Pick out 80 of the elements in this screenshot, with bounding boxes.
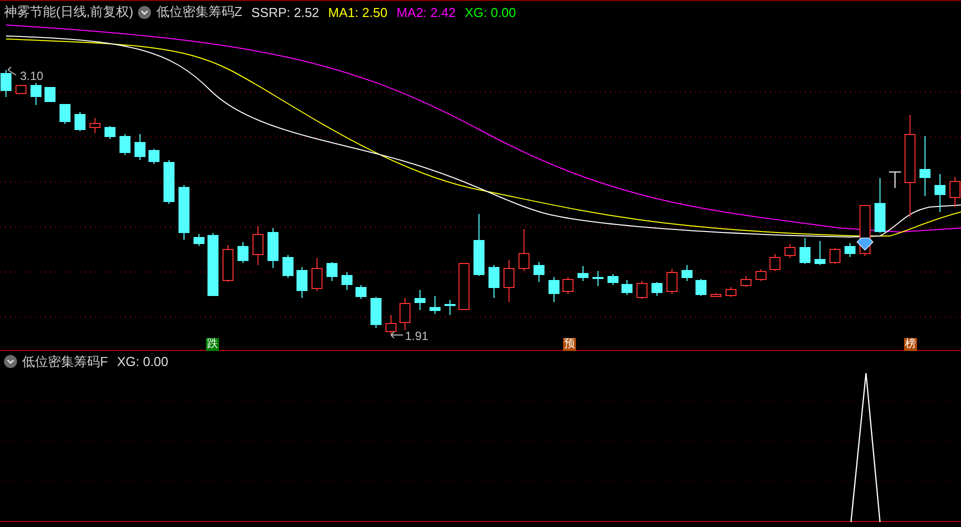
- candlestick: [400, 298, 410, 330]
- candlestick: [0, 70, 12, 98]
- candlestick: [844, 242, 856, 258]
- candlestick: [222, 244, 234, 282]
- candlestick: [814, 240, 826, 266]
- arrow-icon: [8, 66, 16, 76]
- high-price-label: 3.10: [20, 69, 44, 83]
- candlestick: [414, 290, 426, 310]
- candlestick: [444, 300, 456, 316]
- candlestick: [934, 174, 946, 212]
- candlestick: [726, 286, 736, 298]
- candlestick: [504, 260, 514, 302]
- indicator-name: 低位密集筹码F: [22, 352, 108, 370]
- gem-icon: [856, 238, 874, 251]
- candlestick: [74, 112, 86, 132]
- candlestick: [562, 276, 574, 294]
- candlestick: [386, 314, 396, 334]
- candlestick: [430, 296, 440, 314]
- candlestick: [874, 178, 886, 234]
- candlestick: [622, 280, 632, 296]
- indicator-value: XG: 0.00: [464, 4, 516, 20]
- candlestick: [518, 228, 530, 272]
- candlestick: [268, 228, 278, 268]
- candlestick: [608, 274, 618, 286]
- collapse-icon[interactable]: [4, 355, 17, 368]
- candlestick: [636, 280, 648, 300]
- candlestick: [296, 266, 308, 298]
- indicator-value: SSRP: 2.52: [251, 4, 320, 20]
- candlestick: [920, 136, 930, 196]
- candlestick: [16, 84, 26, 94]
- candlestick: [370, 296, 382, 328]
- candlestick: [60, 104, 70, 124]
- candlestick: [740, 276, 752, 288]
- candlestick: [178, 184, 190, 240]
- candlestick: [164, 160, 174, 204]
- candlestick: [578, 266, 588, 282]
- signal-tag: 跌: [206, 338, 219, 351]
- candlestick: [194, 234, 204, 246]
- candlestick: [830, 248, 840, 264]
- candlestick: [208, 232, 218, 296]
- candlestick: [104, 126, 116, 140]
- arrow-icon: [390, 332, 404, 338]
- candlestick: [592, 270, 604, 286]
- signal-tag: 预: [563, 338, 576, 351]
- candlestick: [474, 214, 484, 276]
- candlestick: [90, 118, 100, 134]
- candlestick: [44, 86, 56, 102]
- candlestick: [800, 238, 810, 264]
- candlestick: [682, 264, 692, 282]
- candlestick: [134, 134, 146, 160]
- collapse-icon[interactable]: [138, 6, 152, 18]
- candlestick: [238, 242, 248, 264]
- candlestick: [458, 262, 470, 310]
- candlestick: [756, 268, 766, 282]
- stock-title: 神雾节能(日线,前复权): [4, 3, 134, 21]
- low-price-label: 1.91: [405, 329, 428, 343]
- candlestick: [666, 268, 678, 294]
- candlestick: [282, 254, 294, 278]
- candlestick: [30, 82, 42, 106]
- candlestick: [312, 258, 322, 292]
- signal-tag: 榜: [904, 338, 917, 351]
- indicator-value: MA1: 2.50: [328, 4, 388, 20]
- candlestick: [342, 272, 352, 290]
- candlestick: [652, 282, 662, 296]
- candlestick: [784, 244, 796, 258]
- candlestick: [534, 262, 544, 282]
- indicator-name: 低位密集筹码Z: [156, 3, 242, 21]
- candlestick: [770, 254, 780, 272]
- candlestick: [710, 292, 722, 298]
- indicator-value: MA2: 2.42: [396, 4, 456, 20]
- candlestick: [252, 226, 264, 266]
- candlestick: [696, 278, 706, 296]
- candlestick: [888, 172, 902, 188]
- indicator-value: XG: 0.00: [116, 354, 168, 369]
- candlestick: [488, 264, 500, 298]
- candlestick: [148, 148, 160, 164]
- candlestick: [326, 262, 338, 282]
- candlestick: [120, 134, 130, 156]
- candlestick: [548, 276, 560, 302]
- candlestick: [356, 284, 366, 300]
